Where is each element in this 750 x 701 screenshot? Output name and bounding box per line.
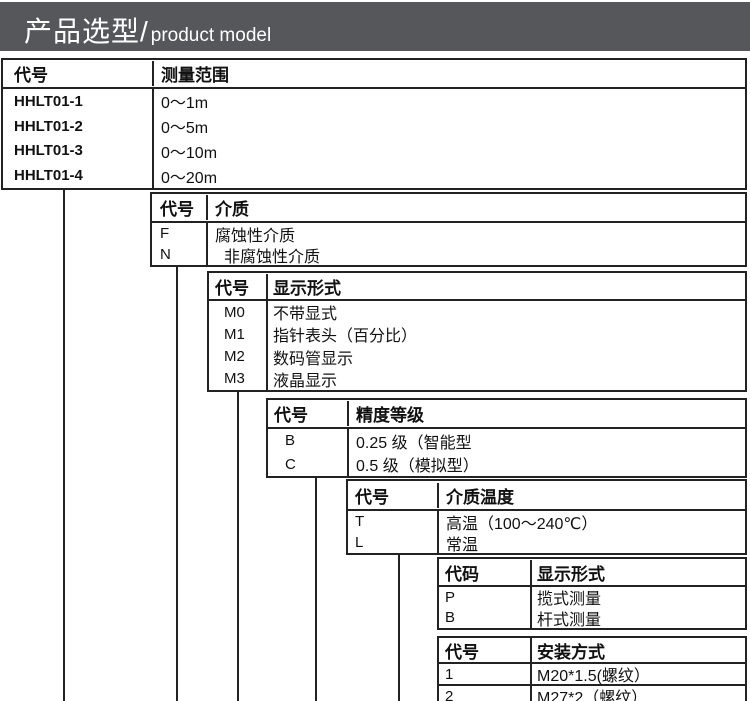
- value-cell: 杆式测量: [532, 608, 745, 629]
- table-row: B 0.25 级（智能型: [268, 429, 745, 453]
- connector-line: [315, 477, 317, 701]
- code-cell: T: [348, 511, 439, 532]
- header-code-cell: 代码: [439, 560, 532, 585]
- header-code-cell: 代号: [439, 638, 532, 663]
- page-title-cn: 产品选型/: [24, 18, 149, 46]
- table-row: F 腐蚀性介质: [152, 223, 745, 244]
- header-code-cell: 代号: [268, 401, 349, 426]
- table-installation-mode: 代号 安装方式 1 M20*1.5(螺纹） 2 M27*2（螺纹）: [437, 636, 747, 701]
- header-code-cell: 代号: [152, 195, 208, 220]
- header-label-cell: 显示形式: [532, 560, 745, 585]
- value-cell: 液晶显示: [268, 368, 745, 390]
- table-header-row: 代号 介质: [152, 194, 745, 223]
- value-cell: 高温（100～240℃）: [439, 511, 745, 532]
- value-cell: 不带显式: [268, 301, 745, 323]
- table-header-row: 代号 精度等级: [268, 400, 745, 429]
- code-cell: C: [268, 453, 349, 477]
- code-cell: HHLT01-3: [3, 139, 154, 164]
- value-cell: 0～5m: [154, 114, 745, 139]
- table-row: B 杆式测量: [439, 608, 745, 629]
- table-measuring-range: 代号 测量范围 HHLT01-1 0～1m HHLT01-2 0～5m HHLT…: [1, 58, 747, 190]
- header-label-cell: 安装方式: [532, 638, 745, 663]
- table-row: C 0.5 级（模拟型）: [268, 453, 745, 477]
- value-cell: 非腐蚀性介质: [208, 244, 745, 265]
- table-medium: 代号 介质 F 腐蚀性介质 N 非腐蚀性介质: [150, 192, 747, 267]
- connector-line: [176, 266, 178, 701]
- header-label-cell: 介质: [208, 195, 745, 220]
- page-title-en: product model: [151, 26, 271, 46]
- table-measurement-mode: 代码 显示形式 P 揽式测量 B 杆式测量: [437, 557, 747, 630]
- value-cell: 腐蚀性介质: [208, 223, 745, 244]
- table-header-row: 代号 测量范围: [3, 60, 745, 89]
- connector-line: [398, 554, 400, 701]
- header-code-cell: 代号: [209, 274, 268, 299]
- code-cell: HHLT01-4: [3, 163, 154, 188]
- connector-line: [63, 190, 65, 701]
- table-row: M1 指针表头（百分比）: [209, 323, 745, 345]
- value-cell: 0.5 级（模拟型）: [349, 453, 745, 477]
- table-row: M2 数码管显示: [209, 346, 745, 368]
- product-model-page: 产品选型/ product model 代号 测量范围 HHLT01-1 0～1…: [0, 0, 750, 701]
- table-header-row: 代号 安装方式: [439, 638, 745, 664]
- table-row: L 常温: [348, 532, 745, 553]
- table-header-row: 代号 显示形式: [209, 273, 745, 301]
- table-row: N 非腐蚀性介质: [152, 244, 745, 265]
- code-cell: M3: [209, 368, 268, 390]
- code-cell: P: [439, 587, 532, 608]
- code-cell: B: [268, 429, 349, 453]
- code-cell: M1: [209, 323, 268, 345]
- code-cell: HHLT01-2: [3, 114, 154, 139]
- title-bar: 产品选型/ product model: [0, 2, 750, 51]
- value-cell: M27*2（螺纹）: [532, 686, 745, 701]
- table-header-row: 代号 介质温度: [348, 481, 745, 511]
- table-row: HHLT01-2 0～5m: [3, 114, 745, 139]
- code-cell: HHLT01-1: [3, 89, 154, 114]
- code-cell: N: [152, 244, 208, 265]
- table-row: P 揽式测量: [439, 587, 745, 608]
- table-row: HHLT01-3 0～10m: [3, 139, 745, 164]
- header-label-cell: 显示形式: [268, 274, 745, 299]
- table-row: M3 液晶显示: [209, 368, 745, 390]
- value-cell: 数码管显示: [268, 346, 745, 368]
- table-row: T 高温（100～240℃）: [348, 511, 745, 532]
- header-label-cell: 精度等级: [349, 401, 745, 426]
- value-cell: 常温: [439, 532, 745, 553]
- code-cell: F: [152, 223, 208, 244]
- connector-line: [237, 391, 239, 701]
- code-cell: M2: [209, 346, 268, 368]
- code-cell: B: [439, 608, 532, 629]
- value-cell: 指针表头（百分比）: [268, 323, 745, 345]
- table-row: 1 M20*1.5(螺纹）: [439, 664, 745, 686]
- code-cell: 2: [439, 686, 532, 701]
- code-cell: L: [348, 532, 439, 553]
- value-cell: 0～20m: [154, 163, 745, 188]
- header-label-cell: 测量范围: [154, 61, 745, 86]
- header-code-cell: 代号: [348, 483, 439, 508]
- table-accuracy-grade: 代号 精度等级 B 0.25 级（智能型 C 0.5 级（模拟型）: [266, 398, 747, 478]
- table-row: HHLT01-1 0～1m: [3, 89, 745, 114]
- code-cell: M0: [209, 301, 268, 323]
- value-cell: M20*1.5(螺纹）: [532, 664, 745, 684]
- value-cell: 揽式测量: [532, 587, 745, 608]
- code-cell: 1: [439, 664, 532, 684]
- table-display-form: 代号 显示形式 M0 不带显式 M1 指针表头（百分比） M2 数码管显示 M3…: [207, 271, 747, 392]
- table-header-row: 代码 显示形式: [439, 559, 745, 587]
- value-cell: 0.25 级（智能型: [349, 429, 745, 453]
- table-row: M0 不带显式: [209, 301, 745, 323]
- value-cell: 0～10m: [154, 139, 745, 164]
- value-cell: 0～1m: [154, 89, 745, 114]
- table-row: HHLT01-4 0～20m: [3, 163, 745, 188]
- header-label-cell: 介质温度: [439, 483, 745, 508]
- table-medium-temperature: 代号 介质温度 T 高温（100～240℃） L 常温: [346, 479, 747, 555]
- table-row: 2 M27*2（螺纹）: [439, 686, 745, 701]
- header-code-cell: 代号: [3, 61, 154, 86]
